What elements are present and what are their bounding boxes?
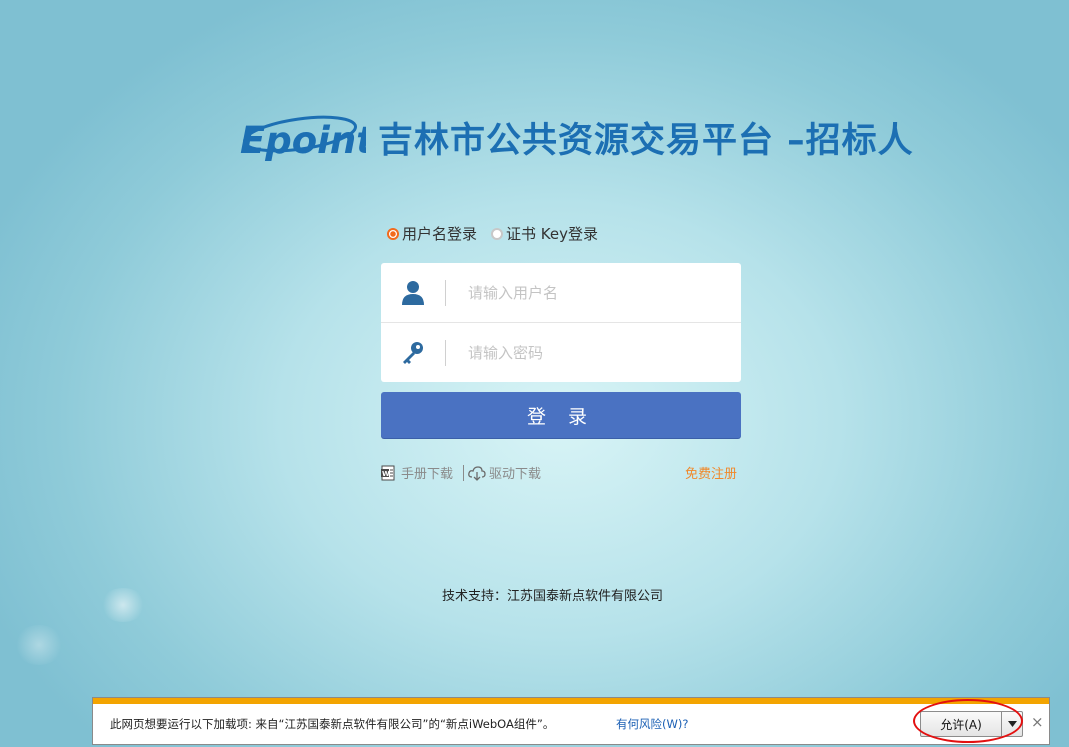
links-divider: [463, 465, 464, 481]
key-icon: [381, 340, 445, 366]
field-separator: [445, 279, 446, 306]
svg-text:W: W: [382, 470, 390, 478]
login-mode-group: 用户名登录 证书 Key登录: [387, 223, 612, 244]
allow-split-button: 允许(A): [920, 711, 1023, 737]
page-title: 吉林市公共资源交易平台 –招标人: [378, 121, 914, 161]
cloud-download-icon: [468, 465, 486, 481]
manual-download-link[interactable]: W 手册下载: [381, 463, 453, 482]
login-form: [381, 263, 741, 382]
register-link[interactable]: 免费注册: [685, 463, 737, 482]
username-row: [381, 263, 741, 322]
radio-selected-icon: [387, 227, 399, 240]
username-input[interactable]: [466, 282, 710, 303]
radio-unselected-icon: [491, 227, 504, 240]
light-glow: [14, 625, 64, 665]
allow-button[interactable]: 允许(A): [921, 712, 1001, 736]
radio-key-login[interactable]: 证书 Key登录: [491, 223, 598, 244]
addon-notification-bar: 此网页想要运行以下加载项: 来自“江苏国泰新点软件有限公司”的“新点iWebOA…: [92, 697, 1050, 745]
user-icon: [381, 280, 445, 306]
manual-download-label: 手册下载: [401, 467, 454, 482]
close-icon[interactable]: ×: [1031, 714, 1044, 730]
password-row: [381, 322, 741, 382]
radio-username-label: 用户名登录: [402, 225, 478, 243]
helper-links: W 手册下载 驱动下载 免费注册: [381, 463, 741, 483]
tech-support-text: 技术支持：江苏国泰新点软件有限公司: [442, 589, 664, 604]
notification-message: 此网页想要运行以下加载项: 来自“江苏国泰新点软件有限公司”的“新点iWebOA…: [110, 717, 555, 731]
chevron-down-icon: [1007, 721, 1017, 727]
field-separator: [445, 339, 446, 366]
allow-dropdown[interactable]: [1001, 712, 1022, 736]
driver-download-link[interactable]: 驱动下载: [468, 463, 541, 482]
svg-text:Epoint: Epoint: [240, 119, 366, 162]
light-glow: [100, 588, 146, 622]
notification-strip: [93, 698, 1049, 704]
driver-download-label: 驱动下载: [489, 467, 542, 482]
radio-username-login[interactable]: 用户名登录: [387, 223, 477, 244]
radio-key-label: 证书 Key登录: [506, 225, 598, 243]
password-input[interactable]: [466, 342, 710, 363]
login-button[interactable]: 登 录: [381, 392, 741, 438]
word-doc-icon: W: [381, 465, 395, 480]
epoint-logo: Epoint: [240, 115, 366, 162]
risk-info-link[interactable]: 有何风险(W)?: [616, 716, 688, 732]
